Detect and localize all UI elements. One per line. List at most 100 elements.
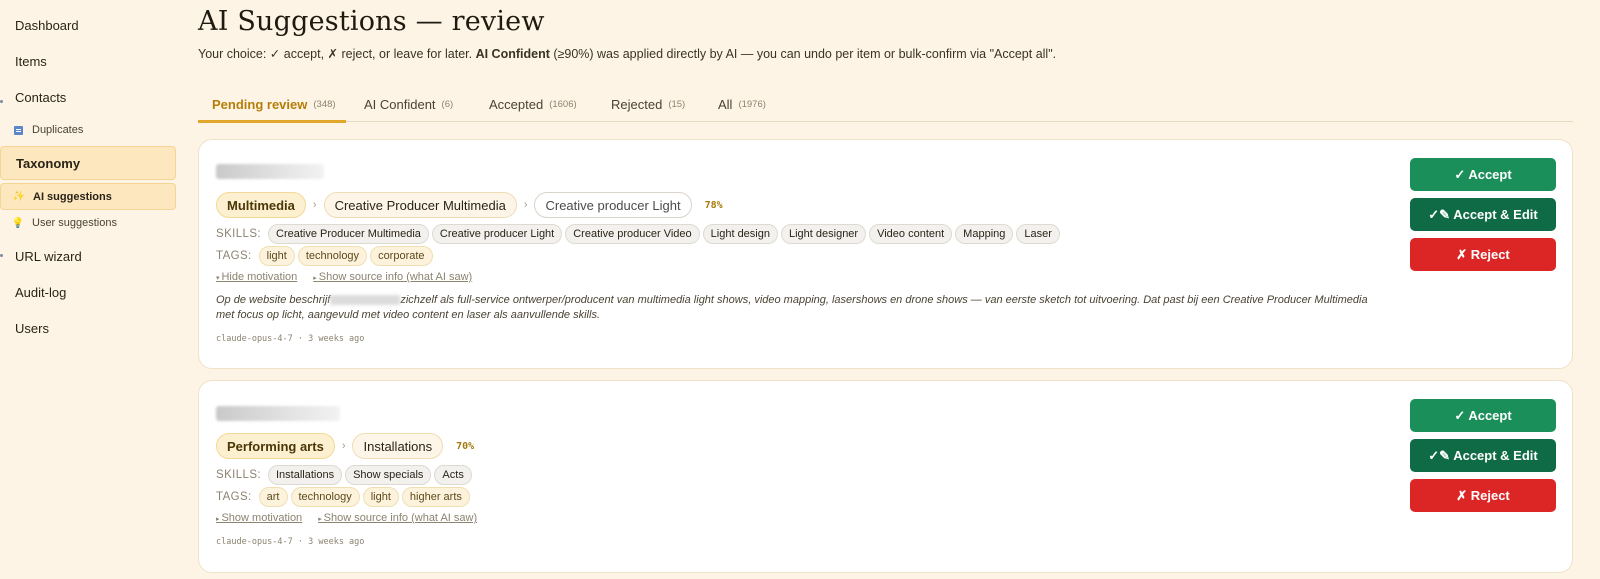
- tab-all[interactable]: All (1976): [718, 87, 766, 121]
- skill-chip: Creative Producer Multimedia: [268, 224, 429, 244]
- toggle-motivation-link[interactable]: ▸ Show motivation: [216, 512, 302, 524]
- tab-count: (1606): [549, 98, 577, 110]
- tab-label: AI Confident: [364, 96, 436, 112]
- accept-button[interactable]: ✓ Accept: [1410, 399, 1556, 432]
- tags-label: TAGS:: [216, 250, 252, 262]
- confidence-score: 70%: [456, 440, 475, 452]
- tab-count: (1976): [738, 98, 766, 110]
- tab-label: Accepted: [489, 96, 544, 112]
- link-label: Hide motivation: [221, 271, 298, 283]
- skill-chip: Light design: [702, 224, 778, 244]
- category-level-3: Creative producer Light: [534, 192, 692, 218]
- skill-chip: Acts: [434, 465, 472, 485]
- tab-label: Pending review: [212, 96, 308, 112]
- sidebar-item-label: Items: [15, 53, 47, 69]
- link-label: Show source info (what AI saw): [318, 271, 473, 283]
- tag-chip: light: [362, 487, 399, 507]
- toggle-motivation-link[interactable]: ▾ Hide motivation: [216, 271, 297, 283]
- category-level-1: Performing arts: [216, 433, 335, 459]
- sidebar-item-url-wizard[interactable]: URL wizard: [0, 239, 176, 273]
- skill-chip: Mapping: [955, 224, 1014, 244]
- active-tab-indicator: [198, 120, 346, 123]
- sidebar-item-taxonomy[interactable]: Taxonomy: [0, 146, 176, 180]
- category-level-2: Creative Producer Multimedia: [323, 192, 517, 218]
- sidebar-item-users[interactable]: Users: [0, 311, 176, 345]
- tab-count: (6): [441, 98, 454, 110]
- reject-button[interactable]: ✗ Reject: [1410, 479, 1556, 512]
- tab-ai-confident[interactable]: AI Confident (6): [364, 87, 453, 121]
- tags-row: TAGS: art technology light higher arts: [216, 487, 473, 507]
- sidebar-item-duplicates[interactable]: Duplicates: [0, 117, 176, 143]
- tags-label: TAGS:: [216, 491, 252, 503]
- tag-chip: light: [258, 246, 295, 266]
- model-meta: claude-opus-4-7 · 3 weeks ago: [216, 334, 365, 344]
- page-title: AI Suggestions — review: [198, 6, 545, 37]
- tab-rejected[interactable]: Rejected (15): [611, 87, 685, 121]
- confidence-score: 78%: [704, 199, 723, 211]
- motivation-text: Op de website beschrijf zichzelf als full…: [216, 293, 1376, 323]
- skills-row: SKILLS: Creative Producer Multimedia Cre…: [216, 224, 1063, 244]
- tab-count: (15): [668, 98, 686, 110]
- contact-name-redacted: [216, 406, 340, 421]
- sidebar-item-label: Duplicates: [32, 124, 84, 136]
- skills-label: SKILLS:: [216, 228, 261, 240]
- subtitle-emphasis: AI Confident: [475, 47, 550, 61]
- card-links: ▸ Show motivation ▸ Show source info (wh…: [216, 512, 493, 524]
- accept-button[interactable]: ✓ Accept: [1410, 158, 1556, 191]
- sidebar: Dashboard Items Contacts Duplicates Taxo…: [0, 0, 178, 579]
- link-label: Show motivation: [221, 512, 303, 524]
- sidebar-item-contacts[interactable]: Contacts: [0, 80, 176, 114]
- card-links: ▾ Hide motivation ▸ Show source info (wh…: [216, 271, 488, 283]
- lightbulb-icon: 💡: [11, 217, 25, 229]
- show-source-link[interactable]: ▸ Show source info (what AI saw): [313, 271, 472, 283]
- sidebar-item-label: URL wizard: [15, 248, 82, 264]
- sidebar-item-label: User suggestions: [32, 217, 117, 229]
- tags-row: TAGS: light technology corporate: [216, 246, 436, 266]
- sidebar-item-label: Taxonomy: [16, 155, 81, 171]
- skills-row: SKILLS: Installations Show specials Acts: [216, 465, 475, 485]
- skill-chip: Installations: [268, 465, 343, 485]
- tab-count: (348): [313, 98, 336, 110]
- sidebar-item-user-suggestions[interactable]: 💡 User suggestions: [0, 210, 176, 236]
- tab-bar: Pending review (348) AI Confident (6) Acce…: [198, 87, 1573, 123]
- tab-pending-review[interactable]: Pending review (348): [212, 87, 336, 121]
- show-source-link[interactable]: ▸ Show source info (what AI saw): [318, 512, 477, 524]
- accept-edit-button[interactable]: ✓✎ Accept & Edit: [1410, 439, 1556, 472]
- tag-chip: technology: [297, 246, 368, 266]
- suggestion-card: Multimedia › Creative Producer Multimedi…: [198, 139, 1573, 369]
- redacted-name: [330, 295, 401, 306]
- tab-label: Rejected: [611, 96, 663, 112]
- tab-label: All: [718, 96, 733, 112]
- sidebar-item-dashboard[interactable]: Dashboard: [0, 8, 176, 42]
- accept-edit-button[interactable]: ✓✎ Accept & Edit: [1410, 198, 1556, 231]
- skill-chip: Creative producer Light: [431, 224, 563, 244]
- tag-chip: technology: [290, 487, 360, 507]
- reject-button[interactable]: ✗ Reject: [1410, 238, 1556, 271]
- sidebar-item-ai-suggestions[interactable]: ✨ AI suggestions: [0, 183, 176, 210]
- chevron-right-icon: ›: [341, 440, 346, 452]
- duplicates-icon: [12, 124, 24, 136]
- sidebar-item-label: Dashboard: [15, 17, 79, 33]
- category-level-1: Multimedia: [216, 192, 306, 218]
- skills-label: SKILLS:: [216, 469, 261, 481]
- category-level-2: Installations: [352, 433, 444, 459]
- subtitle-text: (≥90%) was applied directly by AI — you …: [549, 47, 1057, 61]
- sidebar-item-label: AI suggestions: [33, 190, 112, 203]
- model-meta: claude-opus-4-7 · 3 weeks ago: [216, 537, 365, 547]
- tag-chip: corporate: [370, 246, 433, 266]
- sidebar-item-items[interactable]: Items: [0, 44, 176, 78]
- skill-chip: Show specials: [345, 465, 432, 485]
- sidebar-item-label: Users: [15, 320, 49, 336]
- indicator-dot: [0, 100, 3, 103]
- skill-chip: Creative producer Video: [565, 224, 700, 244]
- page-subtitle: Your choice: ✓ accept, ✗ reject, or leav…: [198, 46, 1056, 61]
- skill-chip: Video content: [869, 224, 953, 244]
- sidebar-item-label: Contacts: [15, 89, 67, 105]
- chevron-right-icon: ›: [312, 199, 317, 211]
- sparkle-icon: ✨: [12, 191, 26, 202]
- link-label: Show source info (what AI saw): [323, 512, 478, 524]
- suggestion-card: Performing arts › Installations 70% SKIL…: [198, 380, 1573, 573]
- sidebar-item-audit-log[interactable]: Audit-log: [0, 275, 176, 309]
- tab-accepted[interactable]: Accepted (1606): [489, 87, 577, 121]
- chevron-right-icon: ›: [523, 199, 528, 211]
